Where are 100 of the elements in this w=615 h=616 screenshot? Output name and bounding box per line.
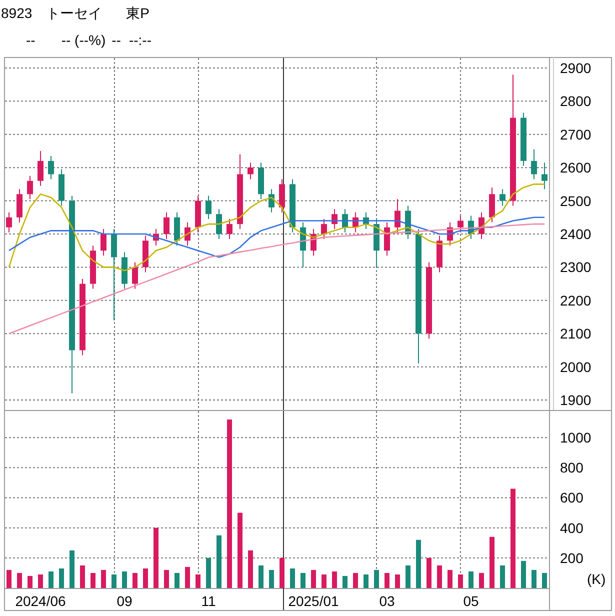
volume-bar xyxy=(406,565,410,588)
candlestick xyxy=(352,212,358,233)
volume-bar xyxy=(364,574,368,588)
candlestick xyxy=(132,262,138,290)
axis-label: 600 xyxy=(560,490,584,506)
axis-label: 09 xyxy=(116,593,132,609)
candlestick xyxy=(184,222,190,246)
volume-bar xyxy=(542,572,547,588)
volume-bar xyxy=(6,570,12,588)
volume-bar xyxy=(48,571,54,588)
axis-label: 2700 xyxy=(560,126,592,142)
candlestick xyxy=(342,208,348,233)
candlestick xyxy=(363,212,369,230)
volume-bar xyxy=(17,572,22,588)
axis-label: 2300 xyxy=(560,259,592,276)
candlestick xyxy=(290,178,296,233)
candlestick xyxy=(489,187,495,223)
volume-bar xyxy=(416,540,421,588)
volume-bar xyxy=(28,576,32,588)
candlestick xyxy=(478,212,484,240)
volume-bar xyxy=(395,574,400,588)
candlestick xyxy=(384,222,390,256)
volume-bar xyxy=(426,558,432,588)
volume-bar xyxy=(248,550,253,588)
candlestick xyxy=(58,168,64,206)
volume-bar xyxy=(290,568,295,588)
axis-label: 2000 xyxy=(560,358,592,375)
candlestick xyxy=(468,215,474,240)
candlestick xyxy=(520,112,526,166)
volume-bar xyxy=(164,570,169,588)
volume-bar xyxy=(90,572,96,588)
volume-bar xyxy=(490,536,494,588)
stock-name: トーセイ xyxy=(46,5,102,23)
change-value: -- (--%) xyxy=(61,32,106,48)
candlestick xyxy=(374,218,380,268)
volume-bar xyxy=(196,574,200,588)
candlestick xyxy=(310,228,316,256)
axis-label: 1000 xyxy=(560,430,592,446)
volume-bar xyxy=(269,570,274,588)
volume-bar xyxy=(216,535,222,588)
stock-code: 8923 xyxy=(1,5,32,23)
candlestick xyxy=(206,195,212,220)
candlestick xyxy=(38,150,44,186)
time-value: --:-- xyxy=(128,32,152,48)
unit-label: (K) xyxy=(587,571,606,587)
candlestick xyxy=(27,175,33,200)
axis-label: 2600 xyxy=(560,160,592,176)
volume-bar xyxy=(70,550,74,588)
axis-label: 2025/01 xyxy=(288,593,339,609)
candlestick xyxy=(174,212,180,246)
volume-bar xyxy=(353,572,358,588)
volume-bar xyxy=(101,570,106,588)
volume-bar xyxy=(174,572,180,588)
candlestick xyxy=(458,215,464,233)
price-value: -- xyxy=(26,32,36,48)
volume-bar xyxy=(80,565,85,588)
candlestick xyxy=(268,188,274,213)
candlestick xyxy=(100,228,106,256)
volume-bar xyxy=(374,570,379,588)
axis-label: 400 xyxy=(560,520,584,536)
candlestick xyxy=(248,162,254,180)
volume-bar xyxy=(448,570,452,588)
candlestick xyxy=(500,188,506,206)
axis-label: 11 xyxy=(201,593,216,609)
volume-bar xyxy=(258,565,264,588)
volume-bar xyxy=(468,571,474,588)
volume-bar xyxy=(332,571,337,588)
volume-bar xyxy=(458,574,463,588)
market-label: 東P xyxy=(126,5,150,23)
candlestick xyxy=(258,162,264,200)
volume-bar xyxy=(154,528,158,588)
candlestick xyxy=(16,188,22,223)
candlestick xyxy=(321,218,327,240)
axis-label: 800 xyxy=(560,460,584,476)
quote-value: -- xyxy=(112,32,121,48)
candlestick xyxy=(48,155,54,180)
volume-bar xyxy=(342,576,348,588)
volume-bar xyxy=(280,558,284,588)
axis-label: 200 xyxy=(560,550,584,566)
volume-bar xyxy=(132,572,138,588)
candlestick xyxy=(153,228,159,246)
axis-label: 2400 xyxy=(560,226,592,242)
volume-bar xyxy=(437,565,442,588)
axis-label: 2100 xyxy=(560,326,592,342)
candlestick xyxy=(195,195,201,233)
volume-bar xyxy=(143,568,148,588)
volume-bar xyxy=(300,572,306,588)
candlestick xyxy=(531,148,537,180)
volume-bar xyxy=(532,570,536,588)
candlestick xyxy=(405,205,411,240)
axis-label: 2024/06 xyxy=(15,593,66,609)
volume-bar xyxy=(521,560,526,588)
candlestick xyxy=(164,212,170,240)
axis-label: 2800 xyxy=(560,93,592,110)
volume-bar xyxy=(38,574,43,588)
volume-bar xyxy=(311,570,316,588)
volume-bar xyxy=(384,572,390,588)
volume-bar xyxy=(322,574,326,588)
candlestick xyxy=(300,222,306,268)
volume-bar xyxy=(112,574,116,588)
